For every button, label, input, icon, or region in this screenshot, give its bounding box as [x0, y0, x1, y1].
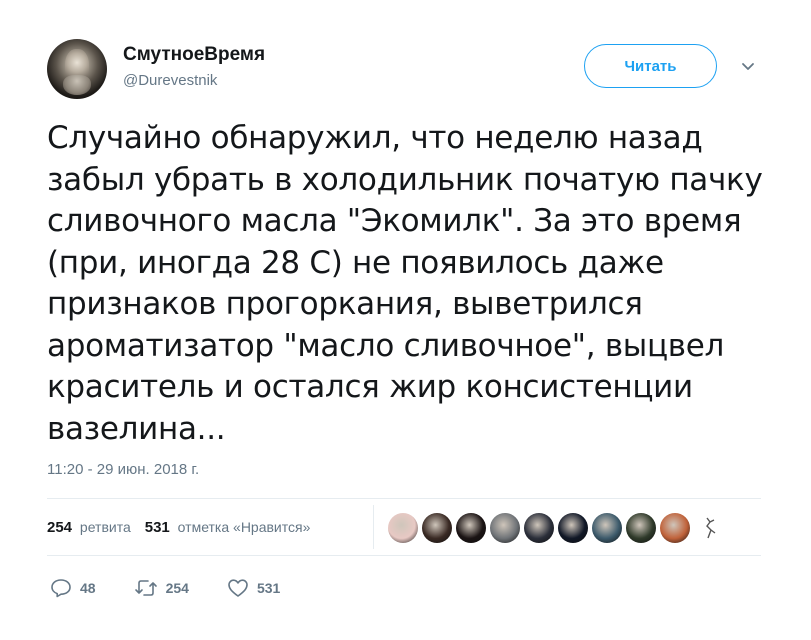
divider: [47, 498, 761, 499]
retweet-stat[interactable]: 254 ретвита: [47, 519, 131, 536]
divider: [47, 555, 761, 556]
retweet-count: 254: [47, 519, 73, 536]
tweet-timestamp[interactable]: 11:20 - 29 июн. 2018 г.: [47, 461, 199, 478]
tweet-line: забыл убрать в холодильник початую пачку: [47, 161, 763, 198]
liker-avatar[interactable]: [626, 513, 656, 543]
avatar[interactable]: [47, 39, 107, 99]
stats-separator: [373, 505, 374, 549]
liker-avatar[interactable]: [558, 513, 588, 543]
tweet-stats: 254 ретвита 531 отметка «Нравится»: [47, 519, 310, 536]
tweet-line: вазелина...: [47, 410, 226, 447]
tweet-line: ароматизатор "масло сливочное", выцвел: [47, 327, 725, 364]
heart-icon[interactable]: [227, 578, 249, 598]
tweet-line: (при, иногда 28 С) не появилось даже: [47, 244, 664, 281]
like-label: отметка «Нравится»: [177, 519, 311, 535]
reply-icon[interactable]: [50, 578, 72, 598]
like-action[interactable]: 531: [227, 578, 280, 598]
liker-avatar[interactable]: [694, 513, 724, 543]
avatar-beard: [63, 75, 91, 95]
liker-avatar[interactable]: [456, 513, 486, 543]
likers-avatars: [388, 513, 724, 543]
tweet-line: сливочного масла "Экомилк". За это время: [47, 203, 742, 239]
retweet-action[interactable]: 254: [134, 578, 189, 598]
like-action-count: 531: [256, 580, 281, 596]
user-name[interactable]: СмутноеВремя: [123, 44, 265, 66]
chevron-down-icon[interactable]: [740, 60, 756, 74]
like-stat[interactable]: 531 отметка «Нравится»: [145, 519, 311, 536]
liker-avatar[interactable]: [422, 513, 452, 543]
reply-count: 48: [80, 580, 96, 596]
liker-avatar[interactable]: [388, 513, 418, 543]
liker-avatar[interactable]: [490, 513, 520, 543]
tweet-line: краситель и остался жир консистенции: [47, 369, 693, 405]
tweet-line: Случайно обнаружил, что неделю назад: [47, 120, 703, 156]
tweet-line: признаков прогоркания, выветрился: [47, 286, 643, 322]
tweet-actions: 48 254 531: [50, 578, 318, 598]
tweet-text: Случайно обнаружил, что неделю назад заб…: [47, 118, 787, 450]
like-count: 531: [144, 519, 170, 536]
liker-avatar[interactable]: [524, 513, 554, 543]
liker-avatar[interactable]: [592, 513, 622, 543]
retweet-action-count: 254: [165, 580, 189, 596]
retweet-label: ретвита: [79, 519, 131, 535]
follow-button[interactable]: Читать: [584, 44, 717, 88]
retweet-icon[interactable]: [134, 578, 158, 598]
liker-avatar[interactable]: [660, 513, 690, 543]
reply-action[interactable]: 48: [50, 578, 96, 598]
user-handle[interactable]: @Durevestnik: [123, 72, 217, 89]
